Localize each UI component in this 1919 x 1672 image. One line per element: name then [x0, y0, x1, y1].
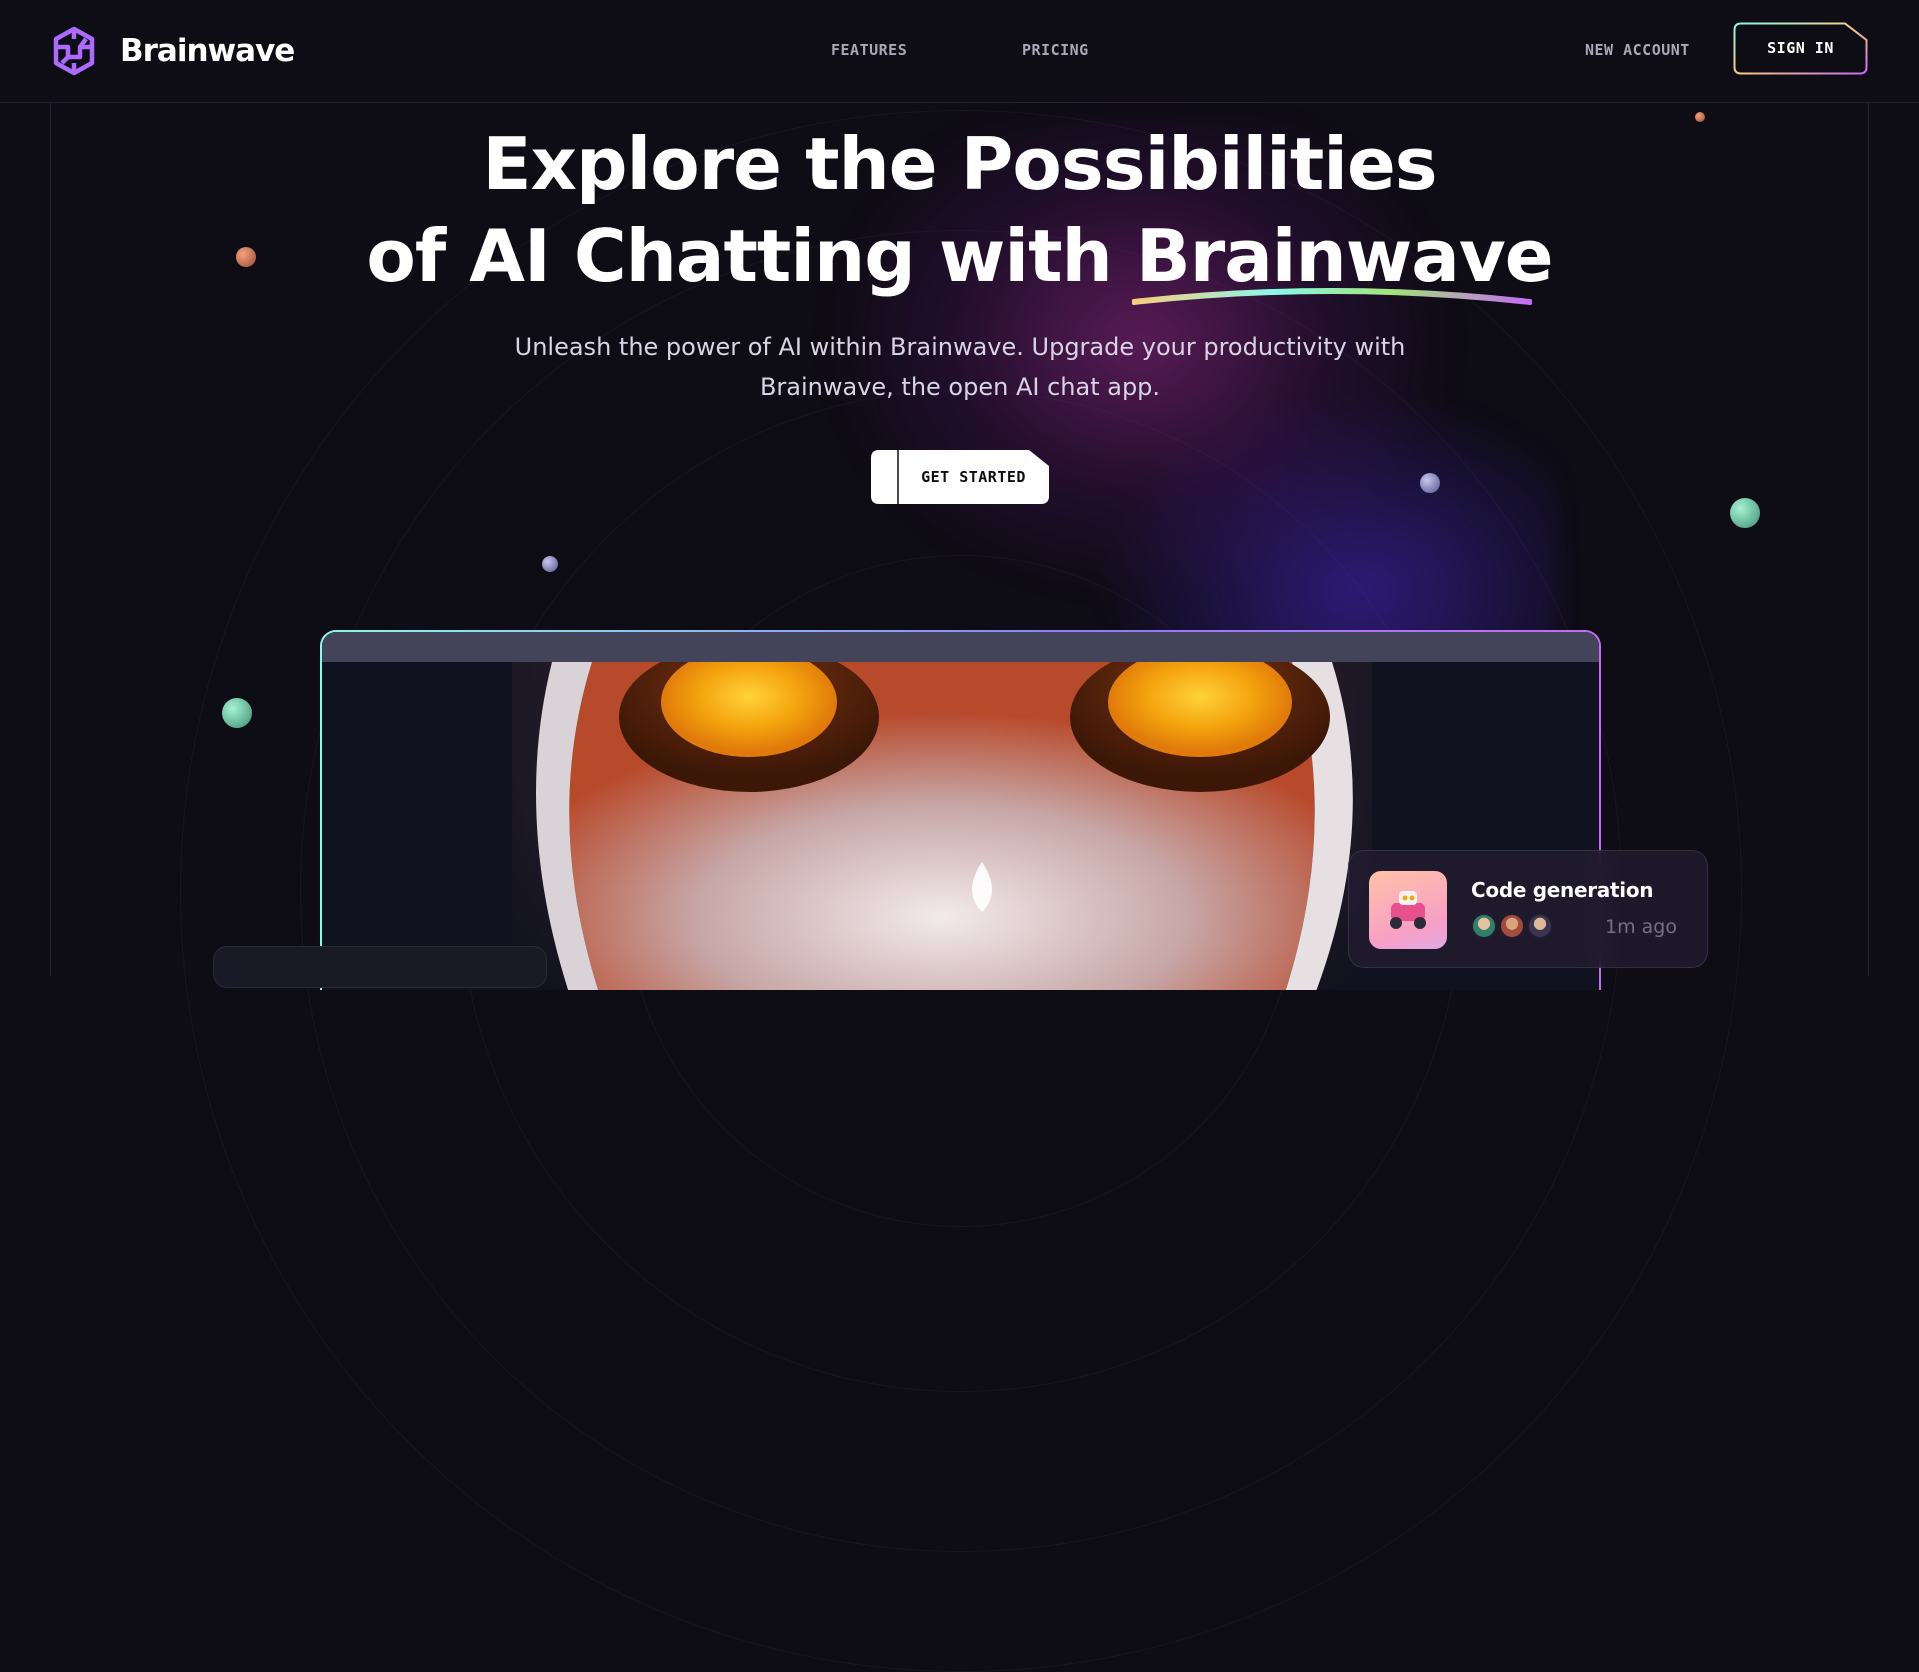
hero-title: Explore the Possibilities of AI Chatting…	[0, 118, 1919, 302]
floating-orb	[1730, 498, 1760, 528]
floating-orb	[542, 556, 558, 572]
hero-subtitle: Unleash the power of AI within Brainwave…	[514, 333, 1406, 401]
robot-hero-image	[512, 642, 1372, 990]
floating-orb	[1420, 473, 1440, 493]
robot-toy-icon	[1369, 871, 1447, 949]
brand-logo[interactable]: Brainwave	[48, 25, 295, 77]
notification-card: Code generation 1m ago	[1348, 850, 1708, 968]
sign-in-label: SIGN IN	[1767, 39, 1834, 57]
floating-chat-card	[213, 946, 547, 988]
avatar	[1527, 913, 1553, 939]
robot-illustration	[536, 642, 1353, 990]
site-header: Brainwave FEATURES PRICING NEW ACCOUNT S…	[0, 0, 1919, 103]
new-account-link[interactable]: NEW ACCOUNT	[1585, 41, 1690, 59]
brand-name: Brainwave	[120, 33, 295, 69]
get-started-label: GET STARTED	[921, 468, 1026, 486]
avatar	[1471, 913, 1497, 939]
notification-title: Code generation	[1471, 878, 1654, 902]
notification-time: 1m ago	[1605, 916, 1677, 938]
nav-link-features[interactable]: FEATURES	[831, 41, 907, 59]
nav-link-pricing[interactable]: PRICING	[1022, 41, 1089, 59]
sign-in-button[interactable]: SIGN IN	[1733, 22, 1868, 75]
hero-title-line-1: Explore the Possibilities	[482, 122, 1437, 206]
brain-knot-icon	[53, 26, 95, 76]
title-underline-curve	[1132, 288, 1532, 305]
hero-title-line-2: of AI Chatting with Brainwave	[0, 210, 1919, 302]
avatar	[1499, 913, 1525, 939]
get-started-button[interactable]: GET STARTED	[871, 450, 1049, 504]
avatar-group	[1471, 913, 1555, 939]
hero-title-prefix: of AI Chatting with	[366, 214, 1136, 298]
floating-orb	[222, 698, 252, 728]
app-preview-topbar	[322, 632, 1599, 662]
